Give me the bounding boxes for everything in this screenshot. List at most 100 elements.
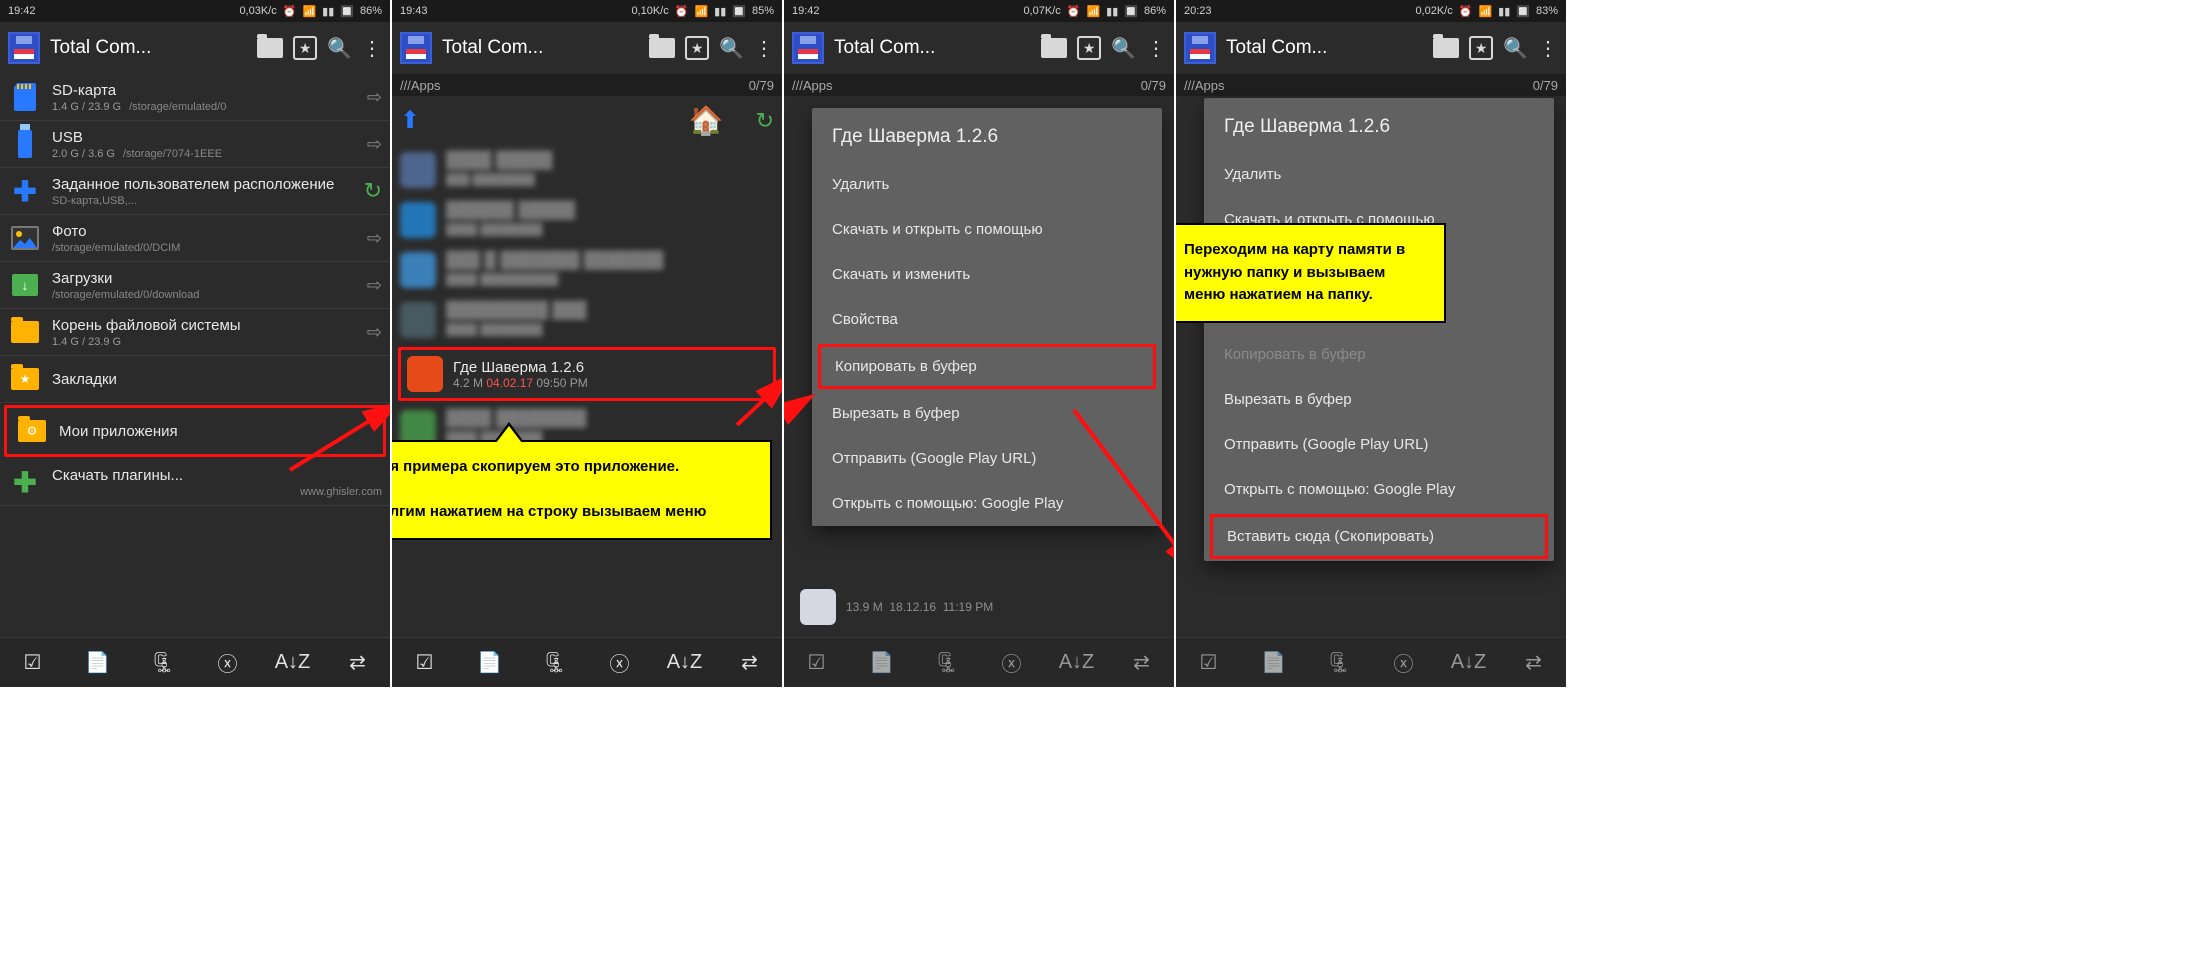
battery-icon: 🔲 [340,5,354,18]
app-logo-icon[interactable] [1184,32,1216,64]
archive-icon[interactable]: 🗜 [1323,647,1355,679]
arrow-icon: ⇨ [367,87,382,108]
bottom-toolbar: ☑ 📄 🗜 ⓧ A↓Z ⇄ [392,637,782,687]
app-logo-icon[interactable] [792,32,824,64]
bookmark-icon[interactable]: ★ [1077,36,1101,60]
row-sdcard[interactable]: SD-карта 1.4 G / 23.9 G/storage/emulated… [0,74,390,121]
delete-icon[interactable]: ⓧ [1388,647,1420,679]
modal-title: Где Шаверма 1.2.6 [1204,98,1554,152]
row-root[interactable]: Корень файловой системы 1.4 G / 23.9 G ⇨ [0,309,390,356]
bottom-toolbar: ☑ 📄 🗜 ⓧ A↓Z ⇄ [784,637,1174,687]
bookmark-icon[interactable]: ★ [685,36,709,60]
path-text: ///Apps [792,78,832,93]
menu-delete[interactable]: Удалить [812,162,1162,207]
row-usb[interactable]: USB 2.0 G / 3.6 G/storage/7074-1EEE ⇨ [0,121,390,168]
menu-send[interactable]: Отправить (Google Play URL) [1204,422,1554,467]
row-custom[interactable]: ✚ Заданное пользователем расположение SD… [0,168,390,215]
sort-icon[interactable]: A↓Z [277,647,309,679]
callout-1: Для примера скопируем это приложение. До… [392,440,772,540]
swap-icon[interactable]: ⇄ [1126,647,1158,679]
overflow-icon[interactable]: ⋮ [754,36,774,61]
folder-icon[interactable] [257,38,283,58]
sd-icon [14,83,36,111]
menu-cut[interactable]: Вырезать в буфер [1204,377,1554,422]
app-bar: Total Com... ★ 🔍 ⋮ [0,22,390,74]
search-icon[interactable]: 🔍 [1111,36,1136,61]
battery-pct: 86% [360,5,382,17]
menu-download-open[interactable]: Скачать и открыть с помощью [812,207,1162,252]
newfile-icon[interactable]: 📄 [82,647,114,679]
delete-icon[interactable]: ⓧ [212,647,244,679]
path-bar: ///Apps 0/79 [392,74,782,96]
callout-2: Переходим на карту памяти в нужную папку… [1176,223,1446,323]
app-row-target[interactable]: Где Шаверма 1.2.6 4.2 M 04.02.17 09:50 P… [398,347,776,401]
status-speed: 0,10K/c [631,5,668,17]
select-icon[interactable]: ☑ [409,647,441,679]
overflow-icon[interactable]: ⋮ [362,36,382,61]
overflow-icon[interactable]: ⋮ [1538,36,1558,61]
menu-open-with[interactable]: Открыть с помощью: Google Play [1204,467,1554,512]
newfile-icon[interactable]: 📄 [866,647,898,679]
menu-download-edit[interactable]: Скачать и изменить [812,252,1162,297]
plus-icon: ✚ [13,175,36,208]
path-bar: ///Apps 0/79 [784,74,1174,96]
refresh-icon[interactable]: ↻ [756,108,774,134]
status-time: 19:43 [400,5,428,17]
archive-icon[interactable]: 🗜 [147,647,179,679]
menu-copy-hidden[interactable]: Копировать в буфер [1204,332,1554,377]
app-logo-icon[interactable] [8,32,40,64]
sort-icon[interactable]: A↓Z [1061,647,1093,679]
battery-icon: 🔲 [1124,5,1138,18]
select-icon[interactable]: ☑ [17,647,49,679]
delete-icon[interactable]: ⓧ [604,647,636,679]
swap-icon[interactable]: ⇄ [1518,647,1550,679]
select-icon[interactable]: ☑ [801,647,833,679]
menu-properties[interactable]: Свойства [812,297,1162,342]
path-text: ///Apps [1184,78,1224,93]
search-icon[interactable]: 🔍 [1503,36,1528,61]
app-title: Total Com... [50,37,247,59]
app-logo-icon[interactable] [400,32,432,64]
bottom-toolbar: ☑ 📄 🗜 ⓧ A↓Z ⇄ [0,637,390,687]
battery-pct: 83% [1536,5,1558,17]
sort-icon[interactable]: A↓Z [1453,647,1485,679]
row-bookmarks[interactable]: Закладки [0,356,390,403]
bookmark-icon[interactable]: ★ [293,36,317,60]
search-icon[interactable]: 🔍 [719,36,744,61]
status-time: 19:42 [792,5,820,17]
menu-delete[interactable]: Удалить [1204,152,1554,197]
newfile-icon[interactable]: 📄 [1258,647,1290,679]
row-photo[interactable]: Фото /storage/emulated/0/DCIM ⇨ [0,215,390,262]
swap-icon[interactable]: ⇄ [342,647,374,679]
bookmark-icon[interactable]: ★ [1469,36,1493,60]
app-size: 4.2 M [453,376,483,390]
delete-icon[interactable]: ⓧ [996,647,1028,679]
wifi-icon: 📶 [694,5,708,18]
arrow-icon: ⇨ [367,322,382,343]
archive-icon[interactable]: 🗜 [539,647,571,679]
folder-icon[interactable] [649,38,675,58]
overflow-icon[interactable]: ⋮ [1146,36,1166,61]
battery-pct: 85% [752,5,774,17]
archive-icon[interactable]: 🗜 [931,647,963,679]
home-icon[interactable]: 🏠 [689,104,724,137]
select-icon[interactable]: ☑ [1193,647,1225,679]
signal-icon: ▮▮ [322,5,334,18]
app-list: ████ ████████ ████████ ██████ █████████ … [392,145,782,453]
swap-icon[interactable]: ⇄ [734,647,766,679]
folder-icon[interactable] [1433,38,1459,58]
row-downloads[interactable]: Загрузки /storage/emulated/0/download ⇨ [0,262,390,309]
up-icon[interactable]: ⬆ [400,106,420,135]
newfile-icon[interactable]: 📄 [474,647,506,679]
arrow-icon: ⇨ [367,275,382,296]
menu-copy[interactable]: Копировать в буфер [818,344,1156,389]
bottom-toolbar: ☑ 📄 🗜 ⓧ A↓Z ⇄ [1176,637,1566,687]
sort-icon[interactable]: A↓Z [669,647,701,679]
app-title: Total Com... [442,37,639,59]
app-bar: Total Com... ★ 🔍 ⋮ [784,22,1174,74]
menu-paste[interactable]: Вставить сюда (Скопировать) [1210,514,1548,559]
battery-icon: 🔲 [732,5,746,18]
refresh-icon[interactable]: ↻ [364,178,382,204]
folder-icon[interactable] [1041,38,1067,58]
search-icon[interactable]: 🔍 [327,36,352,61]
